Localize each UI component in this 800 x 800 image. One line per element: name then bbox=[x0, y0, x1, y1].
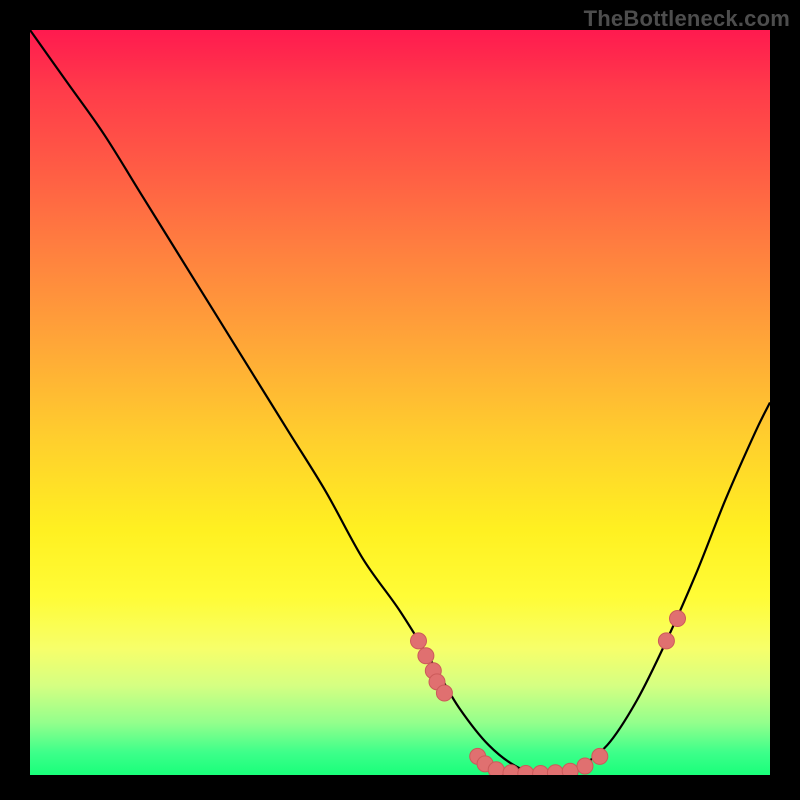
watermark-text: TheBottleneck.com bbox=[584, 6, 790, 32]
chart-area bbox=[30, 30, 770, 775]
chart-background-gradient bbox=[30, 30, 770, 775]
